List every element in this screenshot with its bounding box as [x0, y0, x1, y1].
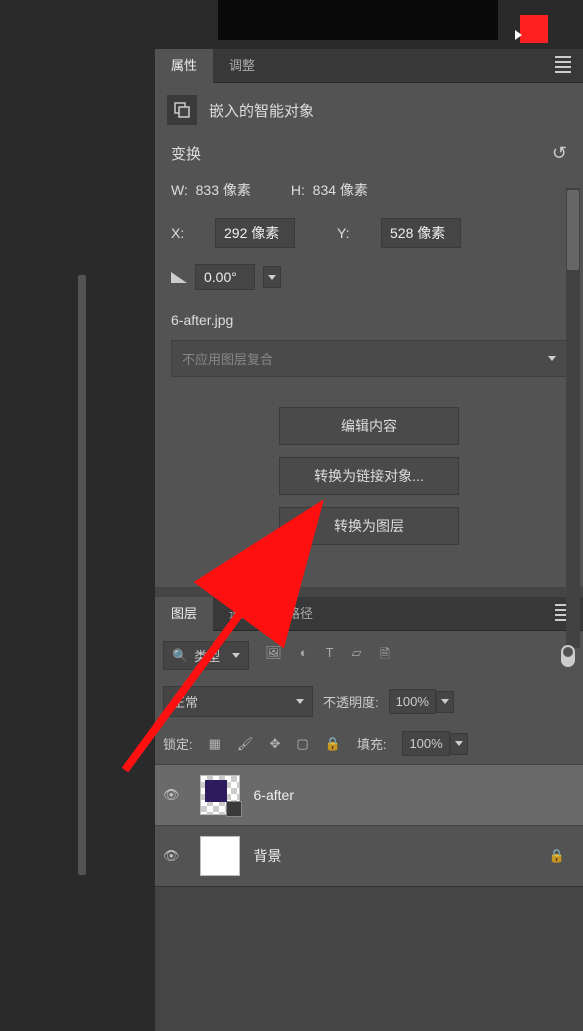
smart-object-icon [167, 95, 197, 125]
linked-filename: 6-after.jpg [171, 312, 567, 328]
eye-icon[interactable]: 👁 [163, 787, 180, 803]
document-area [0, 0, 155, 1031]
layers-panel: 图层 通道 路径 🔍 类型 🖼 ◐ T ▱ 🗎 正 [155, 597, 583, 986]
angle-icon [171, 272, 187, 283]
reset-icon[interactable]: ↺ [552, 143, 567, 164]
layer-comp-select[interactable]: 不应用图层复合 [171, 340, 567, 377]
layers-tabbar: 图层 通道 路径 [155, 597, 583, 631]
properties-panel: 嵌入的智能对象 变换 ↺ W: 833 像素 H: 834 像素 X: 292 … [155, 83, 583, 587]
layer-thumbnail[interactable] [200, 836, 240, 876]
tab-adjustments[interactable]: 调整 [213, 49, 271, 83]
lock-artboard-icon[interactable]: ▢ [296, 736, 308, 752]
lock-brush-icon[interactable]: 🖌 [237, 736, 254, 752]
tab-properties[interactable]: 属性 [155, 49, 213, 83]
layer-list: 👁 6-after 👁 背景 🔒 [155, 764, 583, 886]
layers-footer [155, 886, 583, 986]
eye-icon[interactable]: 👁 [163, 848, 180, 864]
filter-type-icon[interactable]: T [326, 645, 334, 667]
blend-mode-select[interactable]: 正常 [163, 686, 313, 717]
lock-transparency-icon[interactable]: ▦ [209, 736, 221, 752]
convert-linked-button[interactable]: 转换为链接对象... [279, 457, 459, 495]
filter-toggle[interactable] [561, 645, 575, 667]
chevron-down-icon [232, 653, 240, 658]
panel-scrollbar[interactable] [566, 188, 580, 648]
blend-mode-label: 正常 [172, 692, 198, 711]
layer-item[interactable]: 👁 6-after [155, 764, 583, 825]
fill-input[interactable]: 100% [402, 731, 449, 756]
fill-dropdown[interactable] [450, 733, 468, 755]
angle-input[interactable]: 0.00° [195, 264, 255, 290]
filter-shape-icon[interactable]: ▱ [352, 645, 362, 667]
tab-channels[interactable]: 通道 [213, 597, 271, 631]
filter-row: 🔍 类型 🖼 ◐ T ▱ 🗎 [155, 631, 583, 680]
layer-name[interactable]: 背景 [254, 846, 282, 866]
tab-layers[interactable]: 图层 [155, 597, 213, 631]
filter-type-label: 类型 [194, 646, 220, 665]
lock-icon: 🔒 [549, 848, 565, 864]
search-icon: 🔍 [172, 648, 188, 664]
layer-comp-placeholder: 不应用图层复合 [182, 349, 273, 368]
vertical-scrollbar[interactable] [78, 275, 86, 875]
panel-menu-icon[interactable] [555, 53, 571, 79]
opacity-dropdown[interactable] [436, 691, 454, 713]
panels-container: 属性 调整 嵌入的智能对象 变换 ↺ W: 833 像素 H: 834 像素 X… [155, 49, 583, 1031]
color-swatch [520, 15, 548, 43]
y-input[interactable]: 528 像素 [381, 218, 461, 248]
canvas-preview [218, 0, 498, 40]
y-label: Y: [337, 225, 359, 241]
scrollbar-thumb[interactable] [567, 190, 579, 270]
x-input[interactable]: 292 像素 [215, 218, 295, 248]
blend-row: 正常 不透明度: 100% [155, 680, 583, 723]
opacity-input[interactable]: 100% [389, 689, 436, 714]
transform-title: 变换 [171, 143, 201, 164]
x-label: X: [171, 225, 193, 241]
smart-object-label: 嵌入的智能对象 [209, 100, 314, 121]
filter-smart-icon[interactable]: 🗎 [380, 645, 390, 667]
smart-object-badge-icon [226, 801, 242, 817]
angle-dropdown[interactable] [263, 266, 281, 288]
width-readout: W: 833 像素 [171, 180, 251, 200]
layer-name[interactable]: 6-after [254, 787, 294, 803]
expand-triangle-icon [515, 30, 522, 40]
height-readout: H: 834 像素 [291, 180, 368, 200]
layer-item[interactable]: 👁 背景 🔒 [155, 825, 583, 886]
lock-all-icon[interactable]: 🔒 [325, 736, 341, 752]
fill-label: 填充: [357, 734, 387, 753]
chevron-down-icon [296, 699, 304, 704]
filter-type-select[interactable]: 🔍 类型 [163, 641, 249, 670]
lock-row: 锁定: ▦ 🖌 ✥ ▢ 🔒 填充: 100% [155, 723, 583, 764]
layer-thumbnail[interactable] [200, 775, 240, 815]
chevron-down-icon [548, 356, 556, 361]
edit-content-button[interactable]: 编辑内容 [279, 407, 459, 445]
lock-label: 锁定: [163, 734, 193, 753]
tab-paths[interactable]: 路径 [271, 597, 329, 631]
properties-tabbar: 属性 调整 [155, 49, 583, 83]
opacity-label: 不透明度: [323, 692, 379, 711]
filter-adjust-icon[interactable]: ◐ [300, 645, 308, 667]
lock-move-icon[interactable]: ✥ [269, 736, 280, 752]
filter-pixel-icon[interactable]: 🖼 [265, 645, 282, 667]
convert-layer-button[interactable]: 转换为图层 [279, 507, 459, 545]
